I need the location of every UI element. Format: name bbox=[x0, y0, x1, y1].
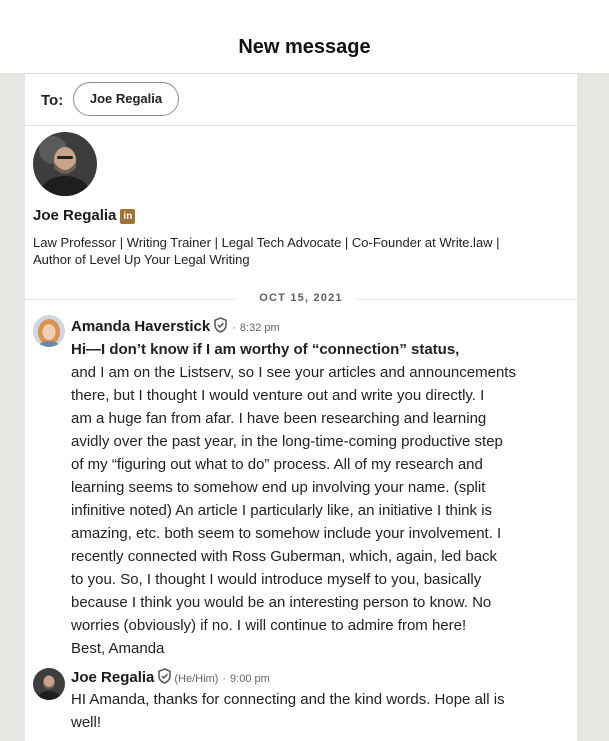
message-line: Best, Amanda bbox=[71, 640, 165, 657]
separator-dot: · bbox=[232, 322, 236, 334]
divider-line-right bbox=[357, 299, 577, 300]
message-time: 8:32 pm bbox=[239, 322, 280, 334]
avatar-photo bbox=[33, 132, 97, 196]
shield-check-icon bbox=[157, 668, 172, 688]
message-panel: To: Joe Regalia Joe Regalia in Law Profes… bbox=[25, 74, 577, 741]
to-label: To: bbox=[41, 92, 64, 109]
thread-date: OCT 15, 2021 bbox=[259, 292, 343, 304]
message-line: infinitive noted) An article I particula… bbox=[71, 502, 493, 519]
headline-line: Law Professor | Writing Trainer | Legal … bbox=[33, 235, 500, 250]
message-time: 9:00 pm bbox=[230, 673, 270, 685]
message-line: amazing, etc. both seem to somehow inclu… bbox=[71, 525, 502, 542]
sender-name[interactable]: Joe Regalia bbox=[71, 669, 154, 686]
sender-avatar[interactable] bbox=[33, 668, 65, 700]
date-divider: OCT 15, 2021 bbox=[25, 291, 577, 307]
message-line: to you. So, I thought I would introduce … bbox=[71, 571, 482, 588]
message-header: Amanda Haverstick · 8:32 pm bbox=[71, 317, 280, 337]
linkedin-icon: in bbox=[120, 209, 136, 224]
sender-avatar[interactable] bbox=[33, 315, 65, 347]
message-line: recently connected with Ross Guberman, w… bbox=[71, 548, 498, 565]
profile-headline: Law Professor | Writing Trainer | Legal … bbox=[33, 234, 553, 268]
message-line: of my “figuring out what to do” process.… bbox=[71, 456, 483, 473]
profile-name[interactable]: Joe Regalia in bbox=[33, 207, 136, 224]
profile-avatar[interactable] bbox=[33, 132, 97, 196]
message-line: learning seems to somehow end up involvi… bbox=[71, 479, 486, 496]
avatar-photo bbox=[33, 668, 65, 700]
message-body: HI Amanda, thanks for connecting and the… bbox=[71, 688, 561, 734]
avatar-photo bbox=[33, 315, 65, 347]
message-body: Hi—I don’t know if I am worthy of “conne… bbox=[71, 338, 561, 660]
message-line: well! bbox=[71, 714, 102, 731]
recipient-row: To: Joe Regalia bbox=[25, 74, 577, 126]
separator-dot: · bbox=[222, 673, 227, 685]
message-line: because I think you would be an interest… bbox=[71, 594, 492, 611]
headline-line: Author of Level Up Your Legal Writing bbox=[33, 252, 250, 267]
header-bar: New message bbox=[0, 0, 609, 74]
message-line: HI Amanda, thanks for connecting and the… bbox=[71, 691, 505, 708]
sender-name[interactable]: Amanda Haverstick bbox=[71, 318, 210, 335]
profile-name-text: Joe Regalia bbox=[33, 207, 117, 224]
page-title: New message bbox=[238, 36, 371, 58]
message-line: avidly over the past year, in the long-t… bbox=[71, 433, 503, 450]
shield-check-icon bbox=[213, 317, 228, 337]
message-line: there, but I thought I would venture out… bbox=[71, 387, 485, 404]
message-line: worries (obviously) if no. I will contin… bbox=[71, 617, 467, 634]
message-header: Joe Regalia (He/Him) · 9:00 pm bbox=[71, 668, 270, 688]
sender-pronouns: (He/Him) bbox=[174, 673, 219, 685]
message-line: am a huge fan from afar. I have been res… bbox=[71, 410, 487, 427]
message-line: and I am on the Listserv, so I see your … bbox=[71, 364, 516, 381]
recipient-pill[interactable]: Joe Regalia bbox=[73, 82, 179, 116]
message-subject: Hi—I don’t know if I am worthy of “conne… bbox=[71, 341, 460, 358]
